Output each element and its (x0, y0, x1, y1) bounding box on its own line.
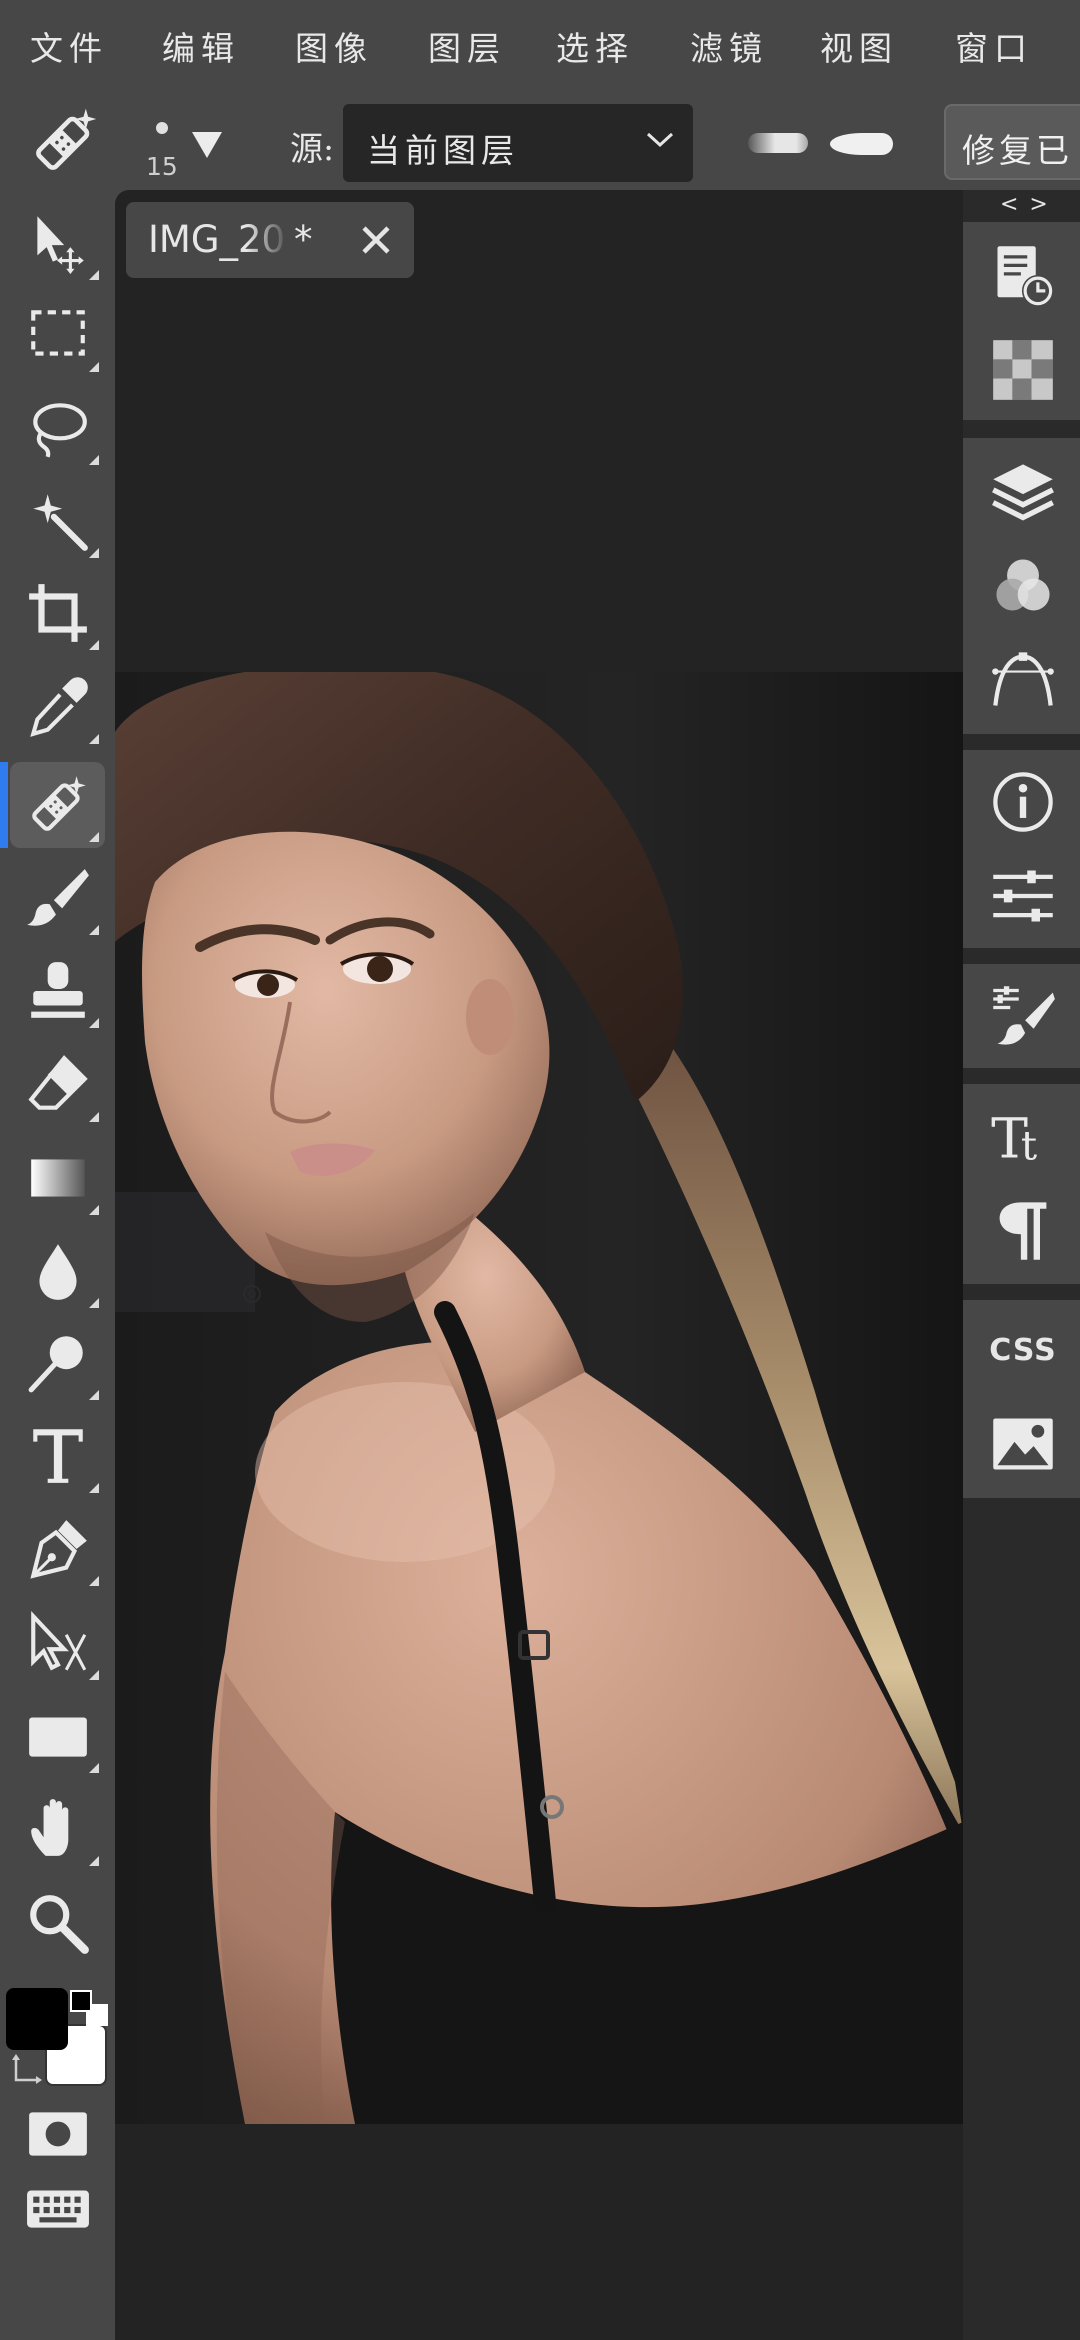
default-colors-black-icon[interactable] (70, 1990, 92, 2012)
adjustments-icon[interactable] (983, 856, 1063, 936)
document-tab[interactable]: IMG_20 * (126, 202, 414, 278)
eraser-tool-icon[interactable] (10, 1042, 105, 1128)
magic-wand-tool-icon[interactable] (10, 478, 105, 564)
source-label: 源: (290, 129, 335, 168)
brush-settings-icon[interactable] (983, 976, 1063, 1056)
foreground-color-swatch[interactable] (6, 1988, 68, 2050)
paragraph-icon[interactable] (983, 1190, 1063, 1270)
brush-dropdown-arrow-icon[interactable] (192, 132, 222, 158)
panel-collapse-toggle[interactable]: < > (1000, 192, 1050, 217)
hard-brush-shape-icon[interactable] (830, 133, 893, 155)
canvas-image[interactable] (115, 672, 963, 2124)
lasso-tool-icon[interactable] (10, 385, 105, 471)
blur-tool-icon[interactable] (10, 1228, 105, 1314)
photopea-app: 文件 编辑 图像 图层 选择 滤镜 视图 窗口 15 源: 当前图层 修复已 I… (0, 0, 1080, 2340)
healing-brush-tool-icon[interactable] (28, 104, 102, 182)
paths-icon[interactable] (983, 640, 1063, 720)
menu-edit[interactable]: 编辑 (162, 22, 240, 70)
image-icon[interactable] (983, 1404, 1063, 1484)
info-icon[interactable] (983, 762, 1063, 842)
zoom-tool-icon[interactable] (10, 1880, 105, 1966)
menu-filter[interactable]: 滤镜 (690, 22, 768, 70)
eyedropper-tool-icon[interactable] (10, 664, 105, 750)
brush-tool-icon[interactable] (10, 855, 105, 941)
repair-button[interactable]: 修复已 (944, 104, 1080, 180)
rectangle-tool-icon[interactable] (10, 1693, 105, 1779)
brush-size-value[interactable]: 15 (146, 152, 178, 181)
history-icon[interactable] (983, 236, 1063, 316)
menu-bar: 文件 编辑 图像 图层 选择 滤镜 视图 窗口 (0, 0, 1080, 90)
clone-stamp-tool-icon[interactable] (10, 948, 105, 1034)
layers-icon[interactable] (983, 452, 1063, 532)
gradient-tool-icon[interactable] (10, 1135, 105, 1221)
document-modified-mark: * (294, 218, 313, 261)
healing-brush-tool-button[interactable] (10, 762, 105, 848)
hand-tool-icon[interactable] (10, 1786, 105, 1872)
menu-layer[interactable]: 图层 (428, 22, 506, 70)
path-select-tool-icon[interactable] (10, 1600, 105, 1686)
character-icon[interactable]: Tt (983, 1094, 1063, 1174)
channels-icon[interactable] (983, 546, 1063, 626)
css-icon[interactable]: CSS (983, 1310, 1063, 1390)
brush-preview-dot[interactable] (156, 122, 168, 134)
svg-text:t: t (1021, 1123, 1037, 1169)
menu-select[interactable]: 选择 (556, 22, 634, 70)
menu-view[interactable]: 视图 (820, 22, 898, 70)
close-icon[interactable] (358, 222, 394, 262)
dodge-tool-icon[interactable] (10, 1320, 105, 1406)
menu-image[interactable]: 图像 (295, 22, 373, 70)
menu-file[interactable]: 文件 (30, 22, 108, 70)
marquee-tool-icon[interactable] (10, 292, 105, 378)
keyboard-icon[interactable] (10, 2166, 105, 2252)
menu-window[interactable]: 窗口 (955, 22, 1033, 70)
pen-tool-icon[interactable] (10, 1506, 105, 1592)
soft-brush-shape-icon[interactable] (748, 133, 808, 153)
portrait-photo (115, 672, 963, 2124)
crop-tool-icon[interactable] (10, 570, 105, 656)
source-select[interactable]: 当前图层 (343, 104, 693, 182)
move-tool-icon[interactable] (10, 200, 105, 286)
type-tool-icon[interactable] (10, 1413, 105, 1499)
swatches-icon[interactable] (983, 330, 1063, 410)
chevron-down-icon (645, 130, 675, 154)
swap-colors-icon[interactable] (12, 2052, 46, 2090)
active-tool-indicator (0, 762, 8, 848)
source-select-value: 当前图层 (367, 131, 519, 170)
